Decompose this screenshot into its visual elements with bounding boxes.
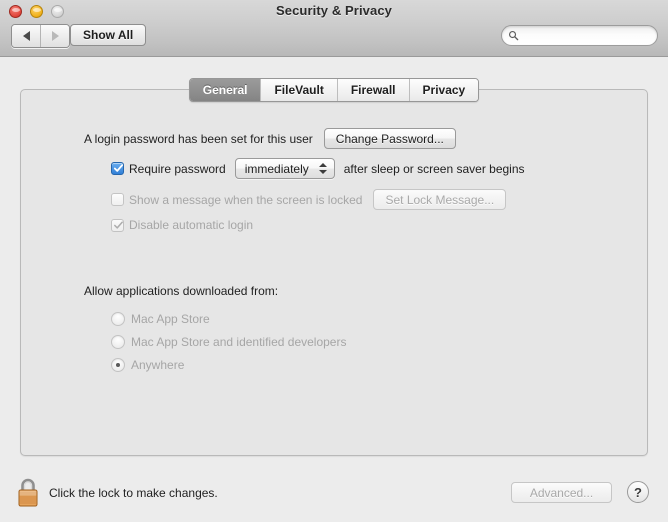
advanced-button: Advanced...	[511, 482, 612, 503]
radio-identified-developers-label: Mac App Store and identified developers	[131, 335, 347, 349]
show-all-button[interactable]: Show All	[70, 24, 147, 46]
advanced-label: Advanced...	[529, 485, 594, 500]
help-label: ?	[634, 484, 642, 500]
forward-button	[40, 25, 69, 47]
show-message-label: Show a message when the screen is locked	[129, 192, 363, 207]
tab-firewall-label: Firewall	[350, 83, 396, 97]
search-icon	[508, 30, 519, 41]
navigation-segmented-control	[11, 24, 70, 48]
disable-automatic-login-checkbox	[111, 218, 124, 232]
help-button[interactable]: ?	[627, 481, 649, 503]
radio-mac-app-store-label: Mac App Store	[131, 312, 210, 326]
require-password-label: Require password	[129, 161, 226, 176]
change-password-label: Change Password...	[335, 131, 444, 146]
security-privacy-window: Security & Privacy Show All General File…	[0, 0, 668, 522]
require-password-row: Require password immediately after sleep…	[111, 158, 525, 179]
search-field[interactable]	[501, 25, 658, 46]
search-input[interactable]	[519, 29, 648, 42]
window-titlebar: Security & Privacy Show All	[0, 0, 668, 57]
set-lock-message-button: Set Lock Message...	[373, 189, 507, 210]
radio-anywhere-label: Anywhere	[131, 358, 185, 372]
radio-mac-app-store	[111, 312, 125, 326]
sleep-delay-value: immediately	[244, 161, 309, 176]
require-password-checkbox[interactable]	[111, 162, 124, 175]
sleep-delay-popup-button[interactable]: immediately	[234, 158, 335, 179]
gatekeeper-section-title-row: Allow applications downloaded from:	[84, 284, 278, 298]
checkmark-icon	[113, 164, 124, 172]
radio-anywhere	[111, 358, 125, 372]
show-lock-message-row: Show a message when the screen is locked…	[111, 189, 507, 210]
disable-automatic-login-label: Disable automatic login	[129, 218, 254, 232]
show-all-label: Show All	[83, 28, 134, 42]
back-button[interactable]	[12, 25, 40, 47]
tab-filevault-label: FileVault	[274, 83, 324, 97]
general-pane: A login password has been set for this u…	[20, 89, 648, 456]
show-message-checkbox	[111, 193, 124, 206]
login-password-row: A login password has been set for this u…	[84, 128, 456, 149]
tab-privacy[interactable]: Privacy	[408, 79, 479, 101]
tab-privacy-label: Privacy	[422, 83, 466, 97]
gatekeeper-option-anywhere: Anywhere	[111, 358, 184, 372]
tab-filevault[interactable]: FileVault	[260, 79, 337, 101]
gatekeeper-title: Allow applications downloaded from:	[84, 284, 279, 298]
lock-closed-icon[interactable]	[15, 476, 41, 508]
login-password-status: A login password has been set for this u…	[84, 131, 313, 146]
require-password-suffix-label: after sleep or screen saver begins	[343, 161, 525, 176]
disable-automatic-login-row: Disable automatic login	[111, 218, 253, 232]
gatekeeper-option-identified-developers: Mac App Store and identified developers	[111, 335, 346, 349]
lock-message: Click the lock to make changes.	[49, 486, 218, 500]
radio-identified-developers	[111, 335, 125, 349]
tab-general[interactable]: General	[189, 79, 261, 101]
gatekeeper-option-mac-app-store: Mac App Store	[111, 312, 210, 326]
set-lock-message-label: Set Lock Message...	[385, 192, 495, 207]
window-title: Security & Privacy	[276, 3, 392, 18]
tab-general-label: General	[202, 83, 248, 97]
tab-firewall[interactable]: Firewall	[336, 79, 409, 101]
change-password-button[interactable]: Change Password...	[323, 128, 456, 149]
checkmark-icon	[114, 220, 123, 229]
tab-group: General FileVault Firewall Privacy	[188, 78, 480, 102]
triangle-right-icon	[51, 31, 59, 41]
updown-chevron-icon	[319, 163, 328, 174]
preference-tab-bar: General FileVault Firewall Privacy	[0, 78, 668, 102]
triangle-left-icon	[22, 31, 30, 41]
